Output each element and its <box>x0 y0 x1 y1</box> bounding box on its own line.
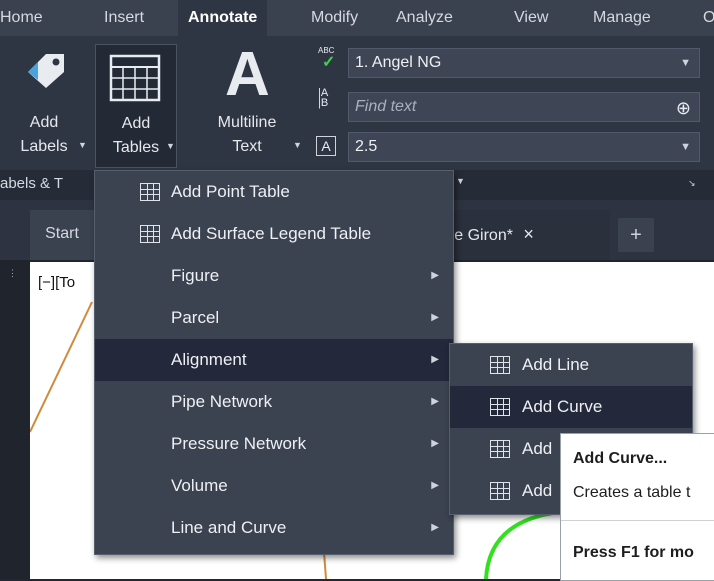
submenu-arrow-icon: ▶ <box>431 396 439 407</box>
command-tooltip: Add Curve... Creates a table t Press F1 … <box>560 433 714 581</box>
menu-item-label: Parcel <box>171 308 220 327</box>
submenu-arrow-icon: ▶ <box>431 522 439 533</box>
chevron-down-icon: ▼ <box>680 141 691 153</box>
new-tab-button[interactable]: + <box>618 218 654 252</box>
submenu-arrow-icon: ▶ <box>431 312 439 323</box>
panel-expand-icon[interactable]: ▼ <box>456 176 465 186</box>
menu-item-label: Pipe Network <box>171 392 273 411</box>
check-spelling-icon[interactable]: ABC ✓ <box>316 46 342 72</box>
add-tables-menu: Add Point Table Add Surface Legend Table… <box>94 170 454 555</box>
close-icon[interactable]: × <box>517 224 534 244</box>
dialog-launcher-icon[interactable]: ↘ <box>688 178 696 189</box>
tab-start-label: Start <box>45 225 79 242</box>
menu-item-add-point-table[interactable]: Add Point Table <box>95 171 453 213</box>
tab-manage[interactable]: Manage <box>593 0 651 36</box>
menu-item-figure[interactable]: Figure ▶ <box>95 255 453 297</box>
ribbon-tab-bar: Home Insert Annotate Modify Analyze View… <box>0 0 714 36</box>
menu-item-label: Volume <box>171 476 228 495</box>
table-icon <box>490 356 510 374</box>
text-height-icon[interactable]: A <box>316 136 336 156</box>
text-style-select[interactable]: 1. Angel NG ▼ <box>348 48 700 78</box>
menu-item-label: Add Point Table <box>171 182 290 201</box>
orange-line <box>323 551 327 579</box>
table-icon <box>490 482 510 500</box>
menu-item-alignment[interactable]: Alignment ▶ <box>95 339 453 381</box>
text-height-value: 2.5 <box>355 138 378 155</box>
tab-analyze[interactable]: Analyze <box>396 0 453 36</box>
menu-item-label: Pressure Network <box>171 434 307 453</box>
panel-label: abels & T <box>0 175 64 192</box>
submenu-arrow-icon: ▶ <box>431 438 439 449</box>
add-labels-line2: Labels <box>20 138 68 155</box>
find-text-field[interactable]: Find text ⊕ <box>348 92 700 122</box>
submenu-item-add-curve[interactable]: Add Curve <box>450 386 692 428</box>
tab-annotate[interactable]: Annotate <box>178 0 268 36</box>
menu-item-add-surface-legend-table[interactable]: Add Surface Legend Table <box>95 213 453 255</box>
menu-item-parcel[interactable]: Parcel ▶ <box>95 297 453 339</box>
tab-overflow[interactable]: O <box>703 0 714 36</box>
menu-item-volume[interactable]: Volume ▶ <box>95 465 453 507</box>
table-icon <box>490 398 510 416</box>
orange-line <box>30 301 93 433</box>
tab-home[interactable]: Home <box>0 0 43 36</box>
add-tables-button[interactable]: Add Tables ▼ <box>95 44 177 168</box>
menu-item-label: Add Surface Legend Table <box>171 224 372 243</box>
plus-icon: + <box>630 224 642 246</box>
menu-item-label: Line and Curve <box>171 518 287 537</box>
table-icon <box>140 183 160 201</box>
table-icon <box>140 225 160 243</box>
tab-view[interactable]: View <box>514 0 548 36</box>
tooltip-description: Creates a table t <box>573 484 691 501</box>
menu-item-label: Add <box>522 439 553 458</box>
menu-item-label: Add Line <box>522 355 590 374</box>
add-tables-line1: Add <box>121 115 151 132</box>
dropdown-icon: ▼ <box>293 140 302 150</box>
menu-item-label: Add Curve <box>522 397 603 416</box>
text-height-select[interactable]: 2.5 ▼ <box>348 132 700 162</box>
find-replace-icon[interactable]: |A |B <box>318 88 340 110</box>
search-icon[interactable]: ⊕ <box>676 94 691 122</box>
check-icon: ✓ <box>322 54 336 71</box>
text-style-value: 1. Angel NG <box>355 54 442 71</box>
multiline-text-button[interactable]: A Multiline Text ▼ <box>195 36 307 170</box>
tooltip-help: Press F1 for mo <box>573 544 694 561</box>
submenu-arrow-icon: ▶ <box>431 480 439 491</box>
tab-modify[interactable]: Modify <box>311 0 358 36</box>
add-labels-line1: Add <box>29 114 59 131</box>
menu-item-pipe-network[interactable]: Pipe Network ▶ <box>95 381 453 423</box>
chevron-down-icon: ▼ <box>680 57 691 69</box>
table-icon <box>490 440 510 458</box>
tab-start[interactable]: Start <box>30 210 94 260</box>
tooltip-title: Add Curve... <box>573 450 668 467</box>
tooltip-divider <box>561 520 714 521</box>
submenu-arrow-icon: ▶ <box>431 270 439 281</box>
multiline-text-line1: Multiline <box>217 114 277 131</box>
menu-item-line-and-curve[interactable]: Line and Curve ▶ <box>95 507 453 549</box>
viewport-marker-icon: ⋮ <box>8 268 17 278</box>
submenu-arrow-icon: ▶ <box>431 354 439 365</box>
tag-icon <box>28 54 64 88</box>
dropdown-icon: ▼ <box>78 140 87 150</box>
menu-item-pressure-network[interactable]: Pressure Network ▶ <box>95 423 453 465</box>
table-icon <box>109 54 161 102</box>
add-labels-button[interactable]: Add Labels ▼ <box>0 36 88 170</box>
ribbon-panel: Add Labels ▼ Add Tables ▼ A Multiline Te… <box>0 36 714 170</box>
multiline-text-line2: Text <box>232 138 262 155</box>
menu-item-label: Alignment <box>171 350 247 369</box>
tab-insert[interactable]: Insert <box>104 0 144 36</box>
find-text-placeholder: Find text <box>355 98 417 115</box>
submenu-item-add-line[interactable]: Add Line <box>450 344 692 386</box>
dropdown-icon: ▼ <box>166 141 175 151</box>
text-a-icon: A <box>225 40 270 109</box>
green-curve <box>484 510 561 579</box>
menu-item-label: Figure <box>171 266 220 285</box>
add-tables-line2: Tables <box>112 139 160 156</box>
menu-item-label: Add <box>522 481 553 500</box>
